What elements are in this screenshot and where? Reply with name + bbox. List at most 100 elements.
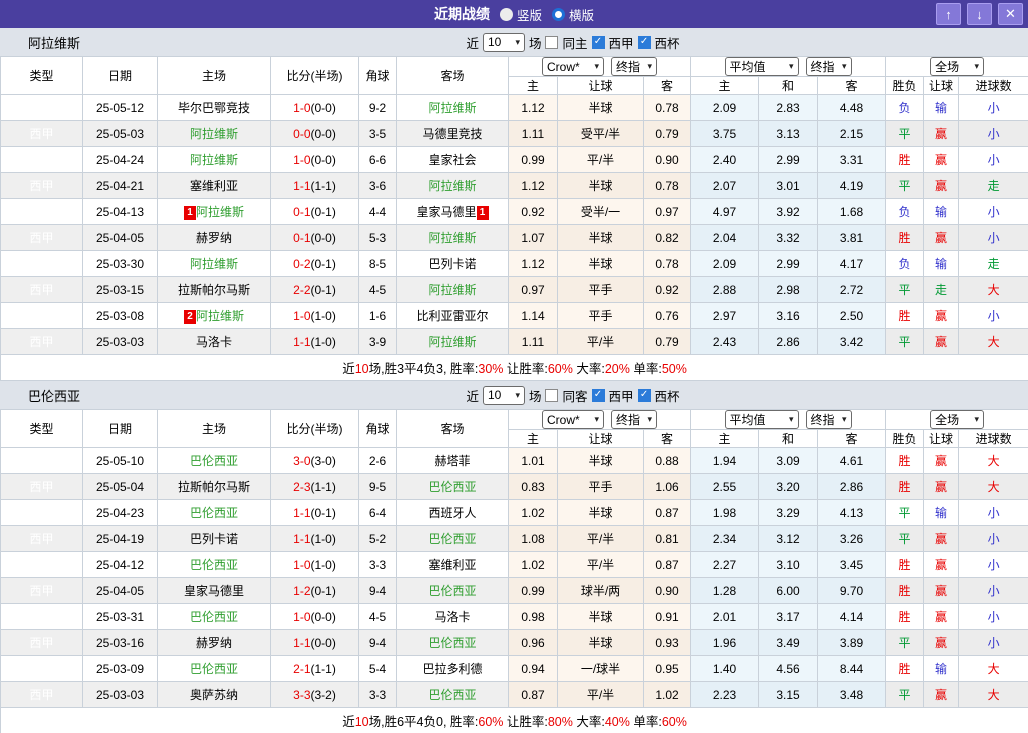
result-cell: 平 xyxy=(885,525,925,552)
avg-draw-odds-cell: 3.92 xyxy=(758,198,819,225)
mode-radio-horizontal[interactable]: 横版 xyxy=(552,5,594,24)
final-odds-select-2[interactable]: 终指 ▾ xyxy=(805,57,852,76)
home-team-cell: 巴伦西亚 xyxy=(157,447,271,474)
away-odds-cell: 1.06 xyxy=(642,473,692,500)
away-odds-cell: 0.79 xyxy=(642,328,692,355)
handicap-line-cell: 半球 xyxy=(557,447,644,474)
score-cell: 1-0(1-0) xyxy=(270,551,359,578)
filters: 近 10 ▾ 场 同客 ✓ 西甲 ✓ 西杯 xyxy=(348,385,680,405)
score-cell: 2-2(0-1) xyxy=(270,276,359,303)
handicap-result-cell: 赢 xyxy=(923,224,960,251)
home-team-cell: 阿拉维斯 xyxy=(157,120,271,147)
team-filter-row: 巴伦西亚 近 10 ▾ 场 同客 ✓ 西甲 ✓ 西杯 xyxy=(0,381,1028,409)
radio-unselected-icon xyxy=(499,7,513,21)
red-card-badge: 2 xyxy=(183,310,196,324)
average-select[interactable]: 平均值 ▾ xyxy=(724,57,799,76)
away-odds-cell: 0.81 xyxy=(642,525,692,552)
league-cell: 西甲 xyxy=(0,198,83,225)
avg-home-odds-cell: 2.07 xyxy=(690,172,760,199)
away-odds-cell: 0.90 xyxy=(642,577,692,604)
corner-cell: 9-4 xyxy=(358,629,397,656)
avg-draw-odds-cell: 3.10 xyxy=(758,551,819,578)
bookmaker-select[interactable]: Crow* ▾ xyxy=(542,410,605,429)
handicap-line-cell: 平/半 xyxy=(557,681,644,708)
same-away-checkbox[interactable] xyxy=(545,388,559,402)
league-cell: 西甲 xyxy=(0,94,83,121)
copa-checkbox[interactable]: ✓ xyxy=(637,388,651,402)
away-odds-cell: 0.79 xyxy=(642,120,692,147)
home-team-cell: 塞维利亚 xyxy=(157,172,271,199)
away-team-cell: 巴伦西亚 xyxy=(396,577,509,604)
avg-away-odds-cell: 3.48 xyxy=(817,681,887,708)
away-team-cell: 马德里竞技 xyxy=(396,120,509,147)
avg-home-odds-cell: 2.55 xyxy=(690,473,760,500)
close-button[interactable]: ✕ xyxy=(998,3,1023,25)
subcol-away-odds: 客 xyxy=(642,76,692,95)
final-odds-select[interactable]: 终指 ▾ xyxy=(611,57,658,76)
summary-row: 近10场,胜3平4负3, 胜率:30% 让胜率:60% 大率:20% 单率:50… xyxy=(0,354,1028,381)
away-team-cell: 马洛卡 xyxy=(396,603,509,630)
handicap-result-cell: 赢 xyxy=(923,447,960,474)
goals-result-cell: 小 xyxy=(958,525,1028,552)
col-header-corner: 角球 xyxy=(358,56,397,95)
goals-result-cell: 大 xyxy=(958,655,1028,682)
laliga-checkbox[interactable]: ✓ xyxy=(591,35,605,49)
home-team-cell: 巴列卡诺 xyxy=(157,525,271,552)
score-cell: 0-2(0-1) xyxy=(270,250,359,277)
date-cell: 25-04-24 xyxy=(82,146,158,173)
home-odds-cell: 0.97 xyxy=(508,276,558,303)
avg-away-odds-cell: 9.70 xyxy=(817,577,887,604)
away-team-cell: 巴伦西亚 xyxy=(396,681,509,708)
league-cell: 西甲 xyxy=(0,146,83,173)
away-odds-cell: 0.95 xyxy=(642,655,692,682)
handicap-line-cell: 受平/半 xyxy=(557,120,644,147)
date-cell: 25-04-21 xyxy=(82,172,158,199)
fulltime-select[interactable]: 全场 ▾ xyxy=(930,410,985,429)
team-name: 巴伦西亚 xyxy=(28,388,81,404)
result-cell: 负 xyxy=(885,94,925,121)
mode-radio-vertical[interactable]: 竖版 xyxy=(499,5,542,24)
final-odds-select-2[interactable]: 终指 ▾ xyxy=(805,410,852,429)
away-team-cell: 皇家社会 xyxy=(396,146,509,173)
near-label: 近 xyxy=(466,36,479,51)
copa-checkbox[interactable]: ✓ xyxy=(637,35,651,49)
avg-draw-odds-cell: 3.17 xyxy=(758,603,819,630)
chevron-down-icon: ▾ xyxy=(594,414,600,424)
goals-result-cell: 小 xyxy=(958,603,1028,630)
final-odds-select[interactable]: 终指 ▾ xyxy=(611,410,658,429)
handicap-result-cell: 赢 xyxy=(923,551,960,578)
subcol-handicap-result: 让球 xyxy=(923,76,960,95)
average-select[interactable]: 平均值 ▾ xyxy=(724,410,799,429)
corner-cell: 6-6 xyxy=(358,146,397,173)
league-cell: 西甲 xyxy=(0,447,83,474)
avg-draw-odds-cell: 2.83 xyxy=(758,94,819,121)
league-cell: 西甲 xyxy=(0,681,83,708)
arrow-down-icon: ↓ xyxy=(976,6,983,22)
move-down-button[interactable]: ↓ xyxy=(967,3,992,25)
match-row: 西甲 25-05-04 拉斯帕尔马斯 2-3(1-1) 9-5 巴伦西亚 0.83 平手 1.0… xyxy=(0,473,1028,500)
bookmaker-select[interactable]: Crow* ▾ xyxy=(542,57,605,76)
move-up-button[interactable]: ↑ xyxy=(936,3,961,25)
same-home-checkbox[interactable] xyxy=(545,35,559,49)
handicap-line-cell: 平手 xyxy=(557,302,644,329)
average-group-header: 平均值 ▾ 终指 ▾ xyxy=(690,409,887,430)
corner-cell: 5-4 xyxy=(358,655,397,682)
matches-count-select[interactable]: 10 ▾ xyxy=(482,32,525,52)
match-row: 西甲 25-04-21 塞维利亚 1-1(1-1) 3-6 阿拉维斯 1.12 半球 0.78 2… xyxy=(0,172,1028,199)
match-row: 西甲 25-04-23 巴伦西亚 1-1(0-1) 6-4 西班牙人 1.02 半球 0.87 1… xyxy=(0,499,1028,526)
laliga-checkbox[interactable]: ✓ xyxy=(591,388,605,402)
handicap-line-cell: 半球 xyxy=(557,172,644,199)
same-home-label: 同主 xyxy=(562,36,588,51)
fulltime-select[interactable]: 全场 ▾ xyxy=(930,57,985,76)
goals-result-cell: 大 xyxy=(958,473,1028,500)
away-team-cell: 比利亚雷亚尔 xyxy=(396,302,509,329)
avg-draw-odds-cell: 3.49 xyxy=(758,629,819,656)
home-team-cell: 皇家马德里 xyxy=(157,577,271,604)
goals-result-cell: 小 xyxy=(958,577,1028,604)
home-odds-cell: 1.11 xyxy=(508,120,558,147)
home-team-cell: 巴伦西亚 xyxy=(157,655,271,682)
goals-result-cell: 小 xyxy=(958,302,1028,329)
matches-count-select[interactable]: 10 ▾ xyxy=(482,385,525,405)
chevron-down-icon: ▾ xyxy=(842,414,847,424)
score-cell: 1-0(0-0) xyxy=(270,94,359,121)
